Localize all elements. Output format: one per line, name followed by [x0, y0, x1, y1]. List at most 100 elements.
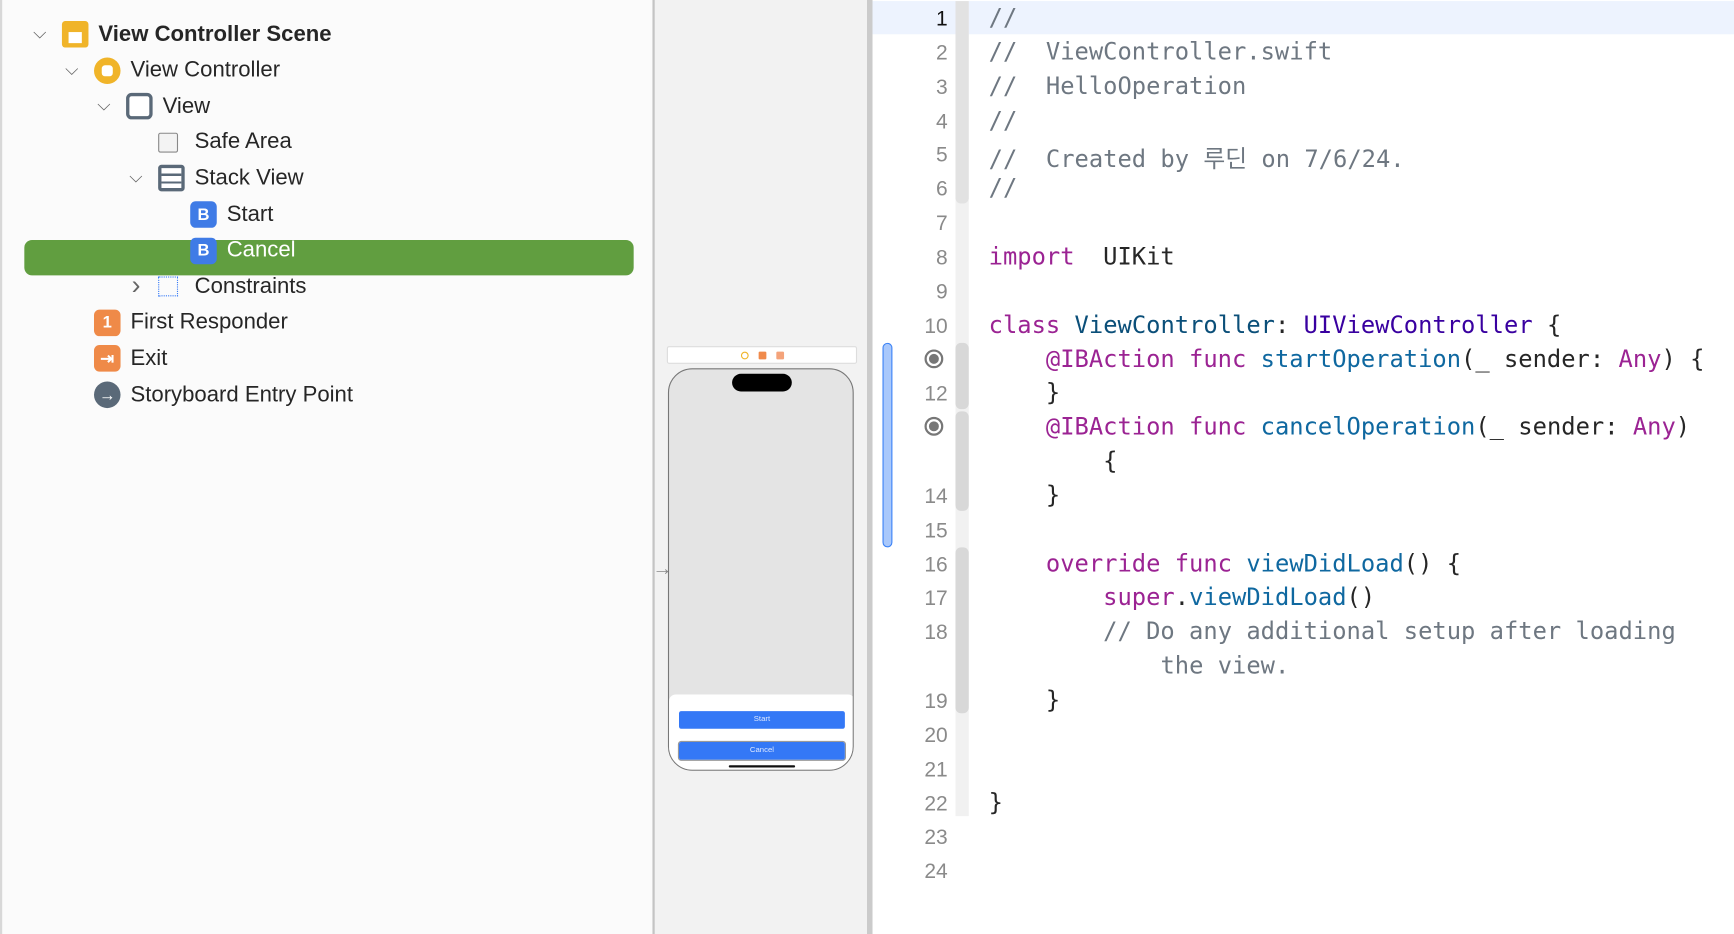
dynamic-island	[732, 373, 792, 392]
outline-item-label: Stack View	[194, 165, 304, 191]
exit-icon[interactable]	[775, 351, 784, 359]
code-line[interactable]: }	[989, 380, 1060, 408]
code-line[interactable]: the view.	[989, 652, 1290, 681]
view-controller-icon	[93, 57, 121, 84]
outline-item-stack-view[interactable]: ⌵ Stack View	[2, 161, 643, 196]
code-line[interactable]: class ViewController: UIViewController {	[989, 311, 1562, 339]
outline-item-label: First Responder	[130, 309, 288, 335]
ibaction-connection-icon[interactable]	[924, 348, 944, 368]
storyboard-canvas[interactable]: → Start Cancel	[652, 0, 870, 934]
code-token: ViewController	[1074, 311, 1275, 340]
chevron-down-icon[interactable]: ⌵	[29, 24, 51, 44]
code-token: //	[988, 106, 1018, 135]
chevron-down-icon[interactable]: ⌵	[61, 60, 83, 80]
code-line[interactable]: @IBAction func cancelOperation(_ sender:…	[989, 414, 1690, 442]
entry-point-icon: →	[93, 381, 121, 409]
code-token: the view.	[1160, 652, 1290, 681]
chevron-down-icon[interactable]: ⌵	[93, 96, 115, 116]
code-line[interactable]: import UIKit	[989, 243, 1175, 271]
fold-ribbon-segment[interactable]	[955, 411, 969, 511]
chevron-right-icon[interactable]: ›	[125, 271, 147, 302]
button-icon: B	[190, 201, 217, 228]
code-line[interactable]: super.viewDidLoad()	[989, 584, 1375, 613]
safe-area-icon	[158, 132, 179, 153]
document-outline: ⌵ View Controller Scene ⌵ View Controller ⌵ V…	[0, 0, 653, 934]
outline-item-label: Cancel	[226, 237, 296, 263]
code-line[interactable]: {	[989, 448, 1117, 476]
code-token: ) {	[1661, 345, 1705, 374]
outline-item-exit[interactable]: ⇥ Exit	[2, 341, 643, 376]
line-number: 12	[924, 383, 948, 407]
line-number: 21	[924, 758, 948, 782]
outline-item-label: Safe Area	[194, 129, 292, 155]
fold-ribbon-segment[interactable]	[955, 1, 969, 204]
code-token: //	[988, 175, 1018, 203]
outline-item-first-responder[interactable]: 1 First Responder	[2, 305, 643, 340]
line-number: 9	[936, 280, 948, 304]
code-token: class	[988, 311, 1061, 340]
code-line[interactable]: override func viewDidLoad() {	[989, 550, 1461, 578]
fold-ribbon-segment[interactable]	[955, 547, 969, 714]
code-line[interactable]: //	[989, 107, 1018, 135]
outline-item-label: Exit	[130, 346, 168, 371]
scroll-indicator[interactable]	[882, 342, 893, 548]
line-number: 4	[936, 110, 948, 134]
outline-item-label: Constraints	[194, 273, 307, 299]
outline-item-view[interactable]: ⌵ View	[2, 89, 643, 124]
outline-item-safe-area[interactable]: Safe Area	[2, 125, 643, 160]
code-line[interactable]: // Do any additional setup after loading	[989, 619, 1676, 647]
code-line[interactable]: //	[989, 4, 1018, 32]
first-responder-icon[interactable]	[758, 351, 766, 359]
outline-item-constraints[interactable]: › Constraints	[2, 269, 643, 304]
ibaction-connection-icon[interactable]	[924, 417, 944, 436]
code-token: }	[988, 482, 1061, 510]
code-line[interactable]: // Created by 루딘 on 7/6/24.	[989, 141, 1405, 175]
line-number: 8	[936, 246, 948, 270]
scene-dock[interactable]	[666, 346, 858, 364]
code-line[interactable]: // HelloOperation	[989, 73, 1247, 101]
line-number: 7	[936, 212, 948, 236]
view-icon	[126, 93, 153, 120]
outline-item-label: View Controller	[130, 57, 281, 82]
code-token: () {	[1403, 550, 1462, 578]
chevron-down-icon[interactable]: ⌵	[125, 169, 147, 189]
line-number: 14	[924, 485, 948, 509]
line-number: 18	[924, 621, 948, 646]
line-number: 10	[924, 314, 948, 338]
cancel-button[interactable]: Cancel	[677, 740, 846, 761]
fold-ribbon-segment[interactable]	[955, 342, 969, 410]
code-token: //	[988, 4, 1018, 33]
code-token: @IBAction func	[1045, 413, 1247, 442]
code-token: super	[1103, 584, 1175, 613]
outline-item-view-controller-scene[interactable]: ⌵ View Controller Scene	[2, 17, 643, 52]
line-number: 5	[936, 144, 948, 168]
code-line[interactable]: }	[989, 687, 1060, 715]
code-token: Any	[1632, 413, 1676, 442]
code-editor[interactable]: // // ViewController.swift // HelloOperati…	[872, 0, 1734, 934]
code-token: // Do any additional setup after loading	[1103, 618, 1676, 647]
start-button[interactable]: Start	[679, 711, 845, 729]
view-controller-icon[interactable]	[740, 351, 749, 359]
code-token: // ViewController.swift	[988, 38, 1333, 67]
code-token: .	[1174, 584, 1190, 613]
outline-item-label: Start	[226, 201, 274, 227]
outline-item-view-controller[interactable]: ⌵ View Controller	[2, 53, 643, 88]
code-token: }	[988, 789, 1003, 817]
line-number: 1	[936, 7, 948, 31]
code-line[interactable]: }	[988, 482, 1061, 510]
code-line[interactable]: @IBAction func startOperation(_ sender: …	[989, 346, 1705, 374]
outline-item-storyboard-entry-point[interactable]: → Storyboard Entry Point	[2, 377, 643, 412]
exit-icon: ⇥	[93, 345, 121, 373]
outline-item-cancel[interactable]: B Cancel	[2, 233, 643, 268]
code-line[interactable]: //	[989, 175, 1018, 203]
code-line[interactable]: }	[989, 789, 1003, 817]
outline-item-start[interactable]: B Start	[2, 197, 643, 232]
iphone-frame[interactable]: Start Cancel	[667, 368, 854, 771]
code-token: (_ sender:	[1461, 345, 1619, 374]
code-line[interactable]: // ViewController.swift	[989, 39, 1333, 67]
code-token: viewDidLoad	[1189, 584, 1347, 613]
stack-view-icon	[158, 165, 185, 192]
